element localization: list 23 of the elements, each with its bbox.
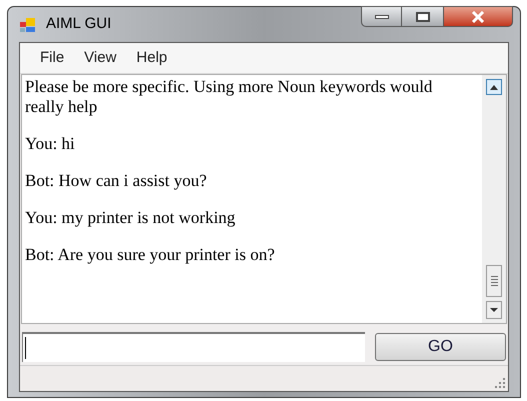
app-icon bbox=[20, 16, 36, 32]
chat-message: You: my printer is not working bbox=[25, 208, 236, 228]
menu-item[interactable]: View bbox=[76, 46, 124, 70]
window-title: AIML GUI bbox=[46, 14, 112, 34]
maximize-button[interactable] bbox=[402, 6, 443, 27]
menu-item[interactable]: Help bbox=[128, 46, 176, 70]
chat-message: Bot: How can i assist you? bbox=[25, 171, 208, 191]
up-arrow-icon bbox=[490, 84, 498, 90]
close-button[interactable] bbox=[443, 6, 513, 27]
resize-grip-icon bbox=[495, 378, 505, 388]
menu-item[interactable]: File bbox=[32, 46, 72, 70]
down-arrow-icon bbox=[490, 308, 498, 312]
go-button[interactable]: GO bbox=[374, 333, 506, 361]
message-input[interactable] bbox=[22, 332, 365, 362]
scroll-up-button[interactable] bbox=[486, 79, 502, 95]
chat-message: Please be more specific. Using more Noun keywords would really help bbox=[25, 77, 434, 117]
scroll-down-button[interactable] bbox=[486, 301, 502, 319]
scroll-thumb[interactable] bbox=[486, 265, 502, 297]
scrollbar[interactable] bbox=[482, 75, 506, 323]
close-icon bbox=[471, 10, 485, 22]
chat-message: Bot: Are you sure your printer is on? bbox=[25, 245, 276, 265]
minimize-button[interactable] bbox=[361, 6, 402, 27]
chat-message: You: hi bbox=[25, 134, 76, 154]
